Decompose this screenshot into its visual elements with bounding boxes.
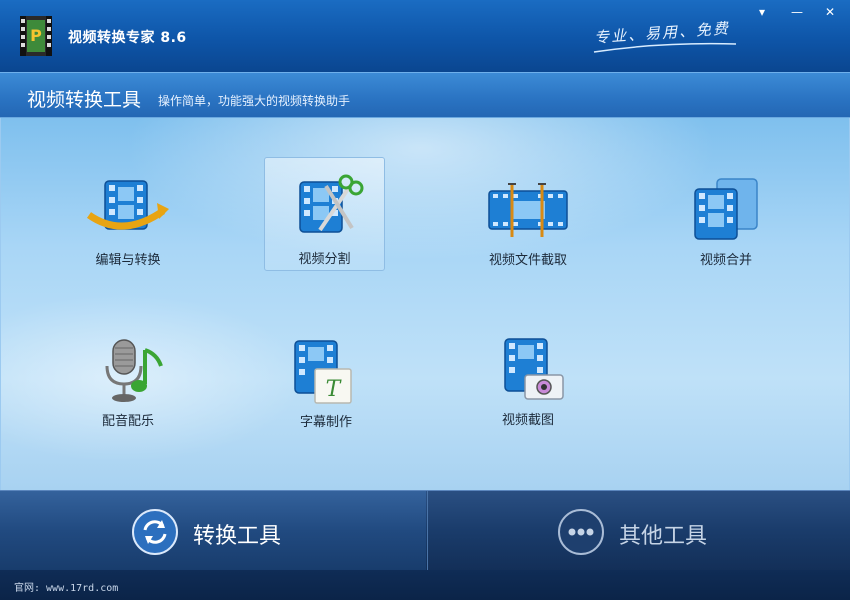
tool-label: 编辑与转换 [95,253,161,268]
title-bar: P 视频转换专家 8.6 专业、易用、免费 ▾ — ✕ [0,0,850,72]
refresh-icon [132,509,178,555]
more-dots-icon [558,509,604,555]
app-logo-icon: P [20,16,52,56]
tool-grid: 编辑与转换 视频分割 视频文件截取 视频合并 配音配乐 T 字幕制作 视频截图 [0,118,850,490]
film-convert-icon [86,180,169,230]
bottom-tab-bar: 转换工具 其他工具 [0,490,850,571]
app-title: 视频转换专家 8.6 [68,30,187,46]
slogan-swoosh [593,42,737,53]
svg-text:P: P [30,26,42,45]
tool-video-trim[interactable]: 视频文件截取 [468,160,588,270]
tool-label: 字幕制作 [299,415,352,430]
film-scissors-icon [298,174,363,233]
tab-label: 其他工具 [619,524,708,549]
status-bar: 官网: www.17rd.com [0,570,850,600]
minimize-button[interactable]: — [787,4,807,20]
menu-dropdown-button[interactable]: ▾ [752,4,772,20]
tool-label: 视频截图 [501,413,554,428]
film-merge-icon [694,178,758,240]
film-camera-icon [504,338,564,400]
film-subtitle-icon: T [294,340,352,404]
svg-text:T: T [326,377,343,402]
tool-subtitle-making[interactable]: T 字幕制作 [266,322,386,432]
tool-label: 视频合并 [699,253,752,268]
tool-label: 视频文件截取 [488,253,567,268]
tool-video-merge[interactable]: 视频合并 [666,160,786,270]
website-link[interactable]: 官网: www.17rd.com [14,579,118,594]
tool-video-screenshot[interactable]: 视频截图 [468,320,588,430]
close-button[interactable]: ✕ [820,4,840,20]
tool-dubbing-music[interactable]: 配音配乐 [68,321,188,431]
tool-label: 配音配乐 [101,414,154,429]
tool-label: 视频分割 [298,252,351,267]
tab-other-tools[interactable]: 其他工具 [427,491,850,571]
tool-video-split[interactable]: 视频分割 [264,157,385,271]
page-title: 视频转换工具 [27,89,142,111]
tool-edit-convert[interactable]: 编辑与转换 [68,160,188,270]
header-bar: 视频转换工具 操作简单，功能强大的视频转换助手 [0,72,850,118]
page-description: 操作简单，功能强大的视频转换助手 [158,94,351,108]
tab-convert-tools[interactable]: 转换工具 [0,491,426,571]
microphone-music-icon [105,339,163,402]
film-trim-icon [488,183,568,237]
tab-label: 转换工具 [193,524,282,549]
